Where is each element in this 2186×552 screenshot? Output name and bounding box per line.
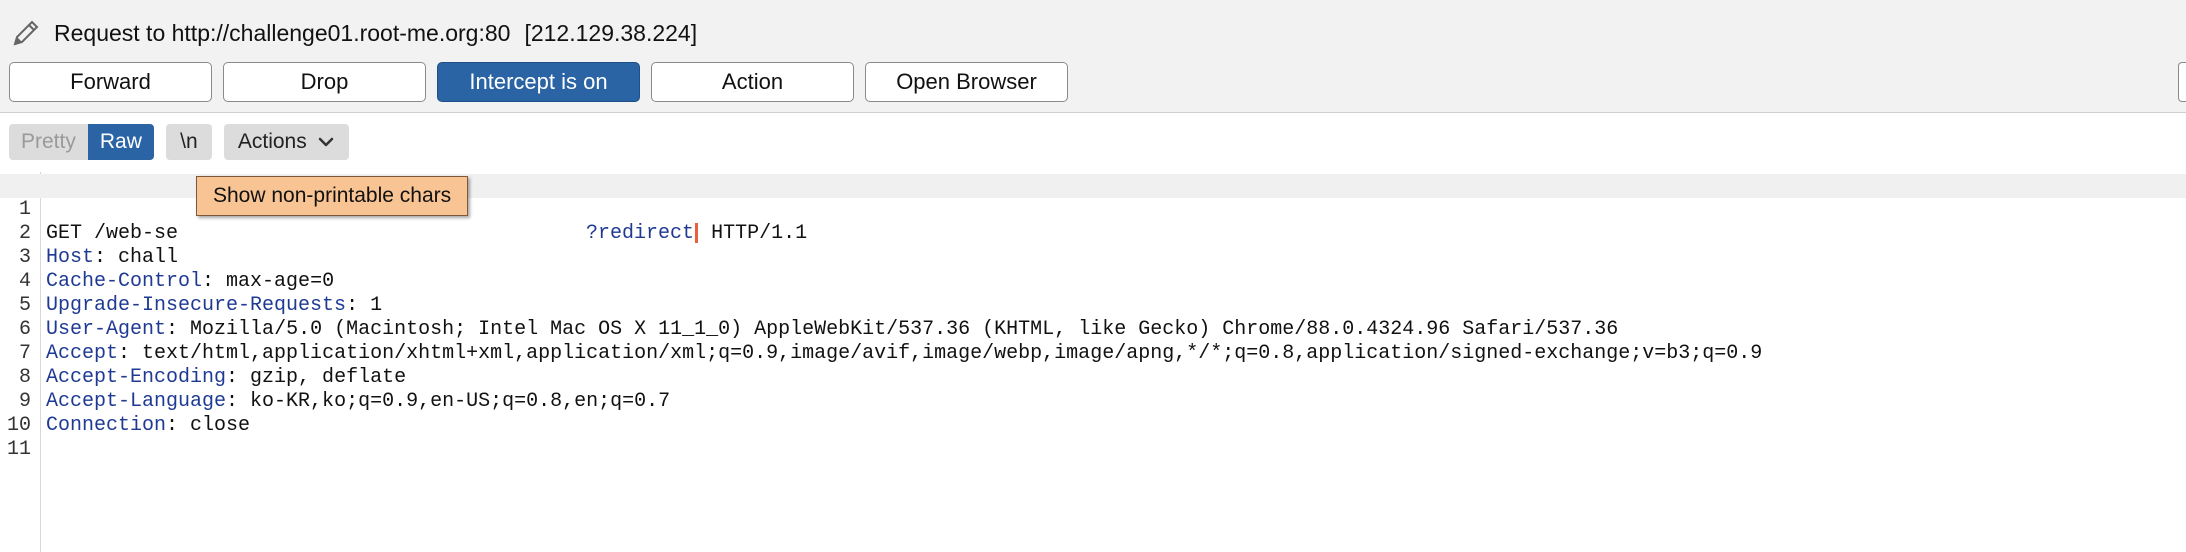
actions-label: Actions xyxy=(237,130,307,153)
intercept-toolbar: Forward Drop Intercept is on Action Open… xyxy=(9,62,1079,102)
editor-line[interactable]: 7 Accept-Encoding: gzip, deflate xyxy=(0,318,2186,389)
raw-request-editor[interactable]: 1 GET /web-se ?redirect HTTP/1.1 2 Host: … xyxy=(0,172,2186,552)
view-mode-toggle: Pretty Raw xyxy=(9,124,154,160)
open-browser-button[interactable]: Open Browser xyxy=(865,62,1068,102)
editor-line[interactable]: 6 Accept: text/html,application/xhtml+xm… xyxy=(0,294,2186,365)
editor-line[interactable]: 5 User-Agent: Mozilla/5.0 (Macintosh; In… xyxy=(0,270,2186,341)
non-printable-chars-tooltip: Show non-printable chars xyxy=(196,176,469,216)
editor-line[interactable]: 4 Upgrade-Insecure-Requests: 1 xyxy=(0,246,2186,317)
message-editor-toolbar: Pretty Raw \n Actions xyxy=(9,124,349,160)
chevron-down-icon xyxy=(317,133,335,151)
forward-button[interactable]: Forward xyxy=(9,62,212,102)
drop-button[interactable]: Drop xyxy=(223,62,426,102)
editor-line[interactable]: 8 Accept-Language: ko-KR,ko;q=0.9,en-US;… xyxy=(0,342,2186,413)
actions-dropdown[interactable]: Actions xyxy=(223,124,349,160)
request-info: Request to http://challenge01.root-me.or… xyxy=(10,18,697,48)
action-button[interactable]: Action xyxy=(651,62,854,102)
intercept-header-panel: Request to http://challenge01.root-me.or… xyxy=(0,0,2186,113)
tab-pretty[interactable]: Pretty xyxy=(9,124,88,160)
line-number: 11 xyxy=(6,438,31,461)
editor-line[interactable]: 3 Cache-Control: max-age=0 xyxy=(0,222,2186,293)
editor-line[interactable]: 10 xyxy=(0,390,2186,437)
editor-line[interactable]: 9 Connection: close xyxy=(0,366,2186,437)
pencil-edit-icon xyxy=(10,17,42,49)
request-target: Request to http://challenge01.root-me.or… xyxy=(54,19,511,46)
intercept-toggle-button[interactable]: Intercept is on xyxy=(437,62,640,102)
show-non-printable-button[interactable]: \n xyxy=(165,124,212,160)
tab-raw[interactable]: Raw xyxy=(87,124,154,160)
request-ip: [212.129.38.224] xyxy=(524,19,698,46)
burp-intercept-window: Request to http://challenge01.root-me.or… xyxy=(0,0,2186,552)
collapsed-side-button[interactable] xyxy=(2178,62,2186,102)
editor-line[interactable]: 11 xyxy=(0,414,2186,461)
